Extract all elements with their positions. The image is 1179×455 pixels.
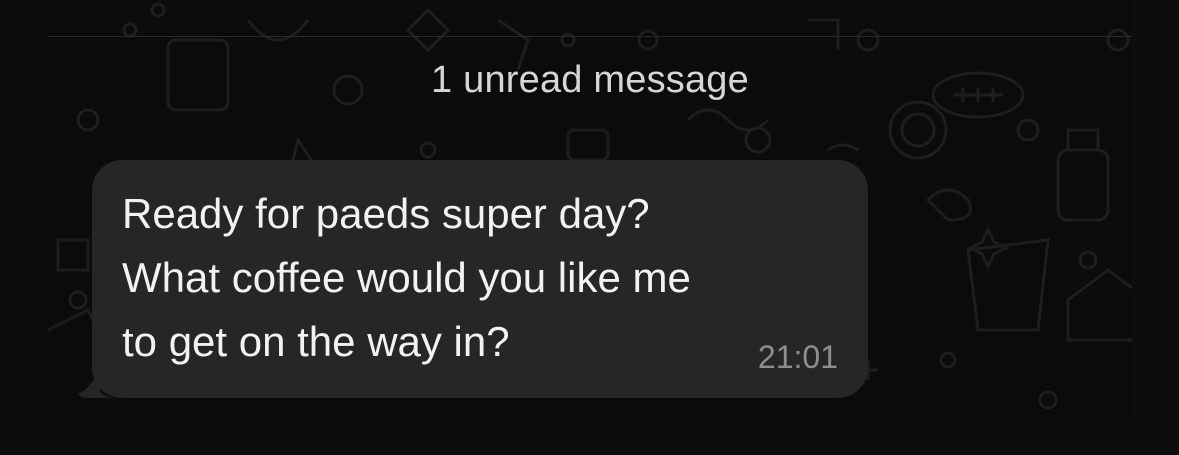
divider-line bbox=[48, 36, 1132, 37]
unread-messages-banner: 1 unread message bbox=[48, 48, 1132, 112]
message-timestamp: 21:01 bbox=[757, 339, 838, 375]
message-bubble[interactable]: Ready for paeds super day? What coffee w… bbox=[92, 160, 868, 398]
message-text: Ready for paeds super day? What coffee w… bbox=[122, 190, 691, 365]
unread-label: 1 unread message bbox=[431, 58, 749, 101]
